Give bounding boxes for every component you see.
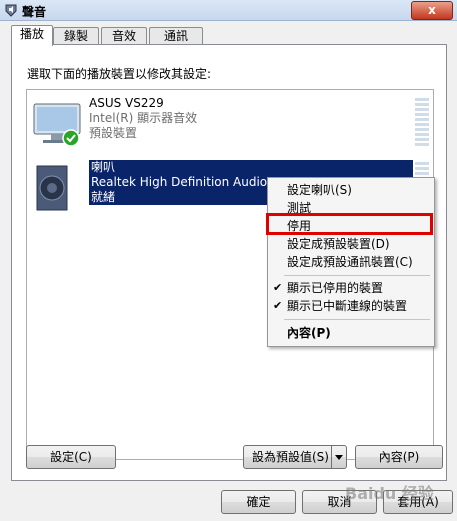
tab-recording[interactable]: 錄製 bbox=[53, 27, 99, 45]
menu-item-show-disabled[interactable]: ✔ 顯示已停用的裝置 bbox=[268, 279, 434, 297]
watermark: Baidu 经验 bbox=[345, 484, 434, 503]
properties-button[interactable]: 內容(P) bbox=[355, 445, 443, 469]
highlight-annotation bbox=[266, 213, 433, 235]
instruction-text: 選取下面的播放裝置以修改其設定: bbox=[27, 67, 212, 81]
window-title: 聲音 bbox=[22, 5, 47, 19]
checkmark-icon: ✔ bbox=[273, 299, 283, 312]
sound-dialog: 聲音 x 播放 錄製 音效 通訊 選取下面的播放裝置以修改其設定: ASUS V… bbox=[0, 0, 457, 521]
monitor-icon bbox=[33, 103, 81, 147]
tab-sounds[interactable]: 音效 bbox=[101, 27, 147, 45]
device-asus-vs229[interactable]: ASUS VS229 Intel(R) 顯示器音效 預設裝置 bbox=[29, 96, 429, 152]
checkmark-icon: ✔ bbox=[273, 281, 283, 294]
menu-item-properties[interactable]: 內容(P) bbox=[268, 324, 434, 342]
menu-item-set-default-device[interactable]: 設定成預設裝置(D) bbox=[268, 235, 434, 253]
speaker-icon bbox=[36, 165, 68, 211]
configure-button[interactable]: 設定(C) bbox=[26, 445, 116, 469]
device-description: Intel(R) 顯示器音效 bbox=[89, 111, 198, 125]
set-default-label: 設為預設值(S) bbox=[252, 450, 329, 464]
dropdown-arrow-icon[interactable] bbox=[331, 446, 346, 468]
menu-item-set-default-comm-device[interactable]: 設定成預設通訊裝置(C) bbox=[268, 253, 434, 271]
tab-playback[interactable]: 播放 bbox=[11, 25, 53, 46]
speaker-shield-icon bbox=[5, 4, 17, 17]
tab-communications[interactable]: 通訊 bbox=[149, 27, 203, 45]
device-text: ASUS VS229 Intel(R) 顯示器音效 預設裝置 bbox=[89, 96, 197, 141]
title-bar: 聲音 x bbox=[0, 0, 457, 21]
menu-item-show-disconnected[interactable]: ✔ 顯示已中斷連線的裝置 bbox=[268, 297, 434, 315]
device-name: 喇叭 bbox=[91, 160, 116, 174]
menu-separator bbox=[284, 275, 430, 276]
set-default-button[interactable]: 設為預設值(S) bbox=[243, 445, 347, 469]
menu-separator bbox=[284, 319, 430, 320]
menu-item-configure-speakers[interactable]: 設定喇叭(S) bbox=[268, 181, 434, 199]
ok-button[interactable]: 確定 bbox=[221, 490, 296, 514]
device-status: 預設裝置 bbox=[89, 126, 138, 140]
close-button[interactable]: x bbox=[411, 1, 453, 20]
context-menu: 設定喇叭(S) 測試 停用 設定成預設裝置(D) 設定成預設通訊裝置(C) ✔ … bbox=[267, 177, 435, 347]
level-meter-icon bbox=[415, 98, 429, 146]
device-name: ASUS VS229 bbox=[89, 96, 164, 110]
